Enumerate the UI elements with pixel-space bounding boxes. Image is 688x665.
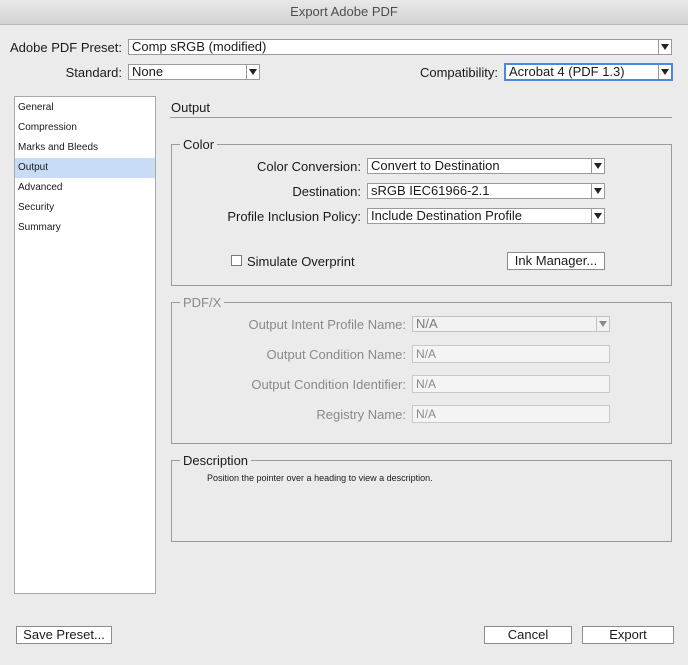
color-conversion-select[interactable]: Convert to Destination (367, 158, 605, 174)
ink-manager-button[interactable]: Ink Manager... (507, 252, 605, 270)
sidebar-item-security[interactable]: Security (15, 198, 155, 218)
color-conversion-label: Color Conversion: (256, 159, 361, 174)
compatibility-label: Compatibility: (419, 65, 498, 80)
preset-label: Adobe PDF Preset: (10, 40, 122, 55)
profile-inclusion-value: Include Destination Profile (371, 208, 523, 223)
sidebar-item-advanced[interactable]: Advanced (15, 178, 155, 198)
simulate-overprint-label: Simulate Overprint (247, 254, 355, 269)
registry-name-field[interactable]: N/A (412, 405, 610, 423)
chevron-down-icon (591, 184, 604, 198)
output-condition-name-field[interactable]: N/A (412, 345, 610, 363)
output-intent-value: N/A (416, 316, 438, 331)
standard-value: None (132, 64, 164, 79)
window-title: Export Adobe PDF (0, 0, 688, 25)
sidebar-item-general[interactable]: General (15, 98, 155, 118)
preset-select[interactable]: Comp sRGB (modified) (128, 39, 672, 55)
preset-value: Comp sRGB (modified) (132, 39, 267, 54)
standard-select[interactable]: None (128, 64, 260, 80)
pdfx-group-title: PDF/X (180, 296, 225, 310)
chevron-down-icon (596, 317, 609, 331)
standard-label: Standard: (65, 65, 122, 80)
page-title: Output (171, 100, 211, 115)
description-text: Position the pointer over a heading to v… (207, 473, 433, 483)
chevron-down-icon (591, 209, 604, 223)
simulate-overprint-checkbox[interactable] (231, 255, 242, 266)
destination-value: sRGB IEC61966-2.1 (371, 183, 490, 198)
heading-divider (170, 117, 672, 118)
output-condition-identifier-label: Output Condition Identifier: (251, 377, 406, 392)
output-condition-name-label: Output Condition Name: (266, 347, 406, 362)
destination-label: Destination: (292, 184, 361, 199)
output-intent-label: Output Intent Profile Name: (248, 317, 406, 332)
sidebar-item-summary[interactable]: Summary (15, 218, 155, 238)
destination-select[interactable]: sRGB IEC61966-2.1 (367, 183, 605, 199)
cancel-button[interactable]: Cancel (484, 626, 572, 644)
output-intent-select[interactable]: N/A (412, 316, 610, 332)
compatibility-select[interactable]: Acrobat 4 (PDF 1.3) (504, 63, 673, 81)
compatibility-value: Acrobat 4 (PDF 1.3) (509, 64, 625, 79)
chevron-down-icon (591, 159, 604, 173)
description-group-title: Description (180, 454, 252, 468)
color-group-title: Color (180, 138, 218, 152)
sidebar-item-output[interactable]: Output (15, 158, 155, 178)
sidebar: General Compression Marks and Bleeds Out… (14, 96, 156, 594)
save-preset-button[interactable]: Save Preset... (16, 626, 112, 644)
color-conversion-value: Convert to Destination (371, 158, 500, 173)
profile-inclusion-label: Profile Inclusion Policy: (227, 209, 361, 224)
sidebar-item-marks-and-bleeds[interactable]: Marks and Bleeds (15, 138, 155, 158)
output-condition-identifier-field[interactable]: N/A (412, 375, 610, 393)
sidebar-item-compression[interactable]: Compression (15, 118, 155, 138)
chevron-down-icon (246, 65, 259, 79)
export-button[interactable]: Export (582, 626, 674, 644)
registry-name-label: Registry Name: (316, 407, 406, 422)
profile-inclusion-select[interactable]: Include Destination Profile (367, 208, 605, 224)
chevron-down-icon (658, 40, 671, 54)
chevron-down-icon (658, 65, 671, 79)
